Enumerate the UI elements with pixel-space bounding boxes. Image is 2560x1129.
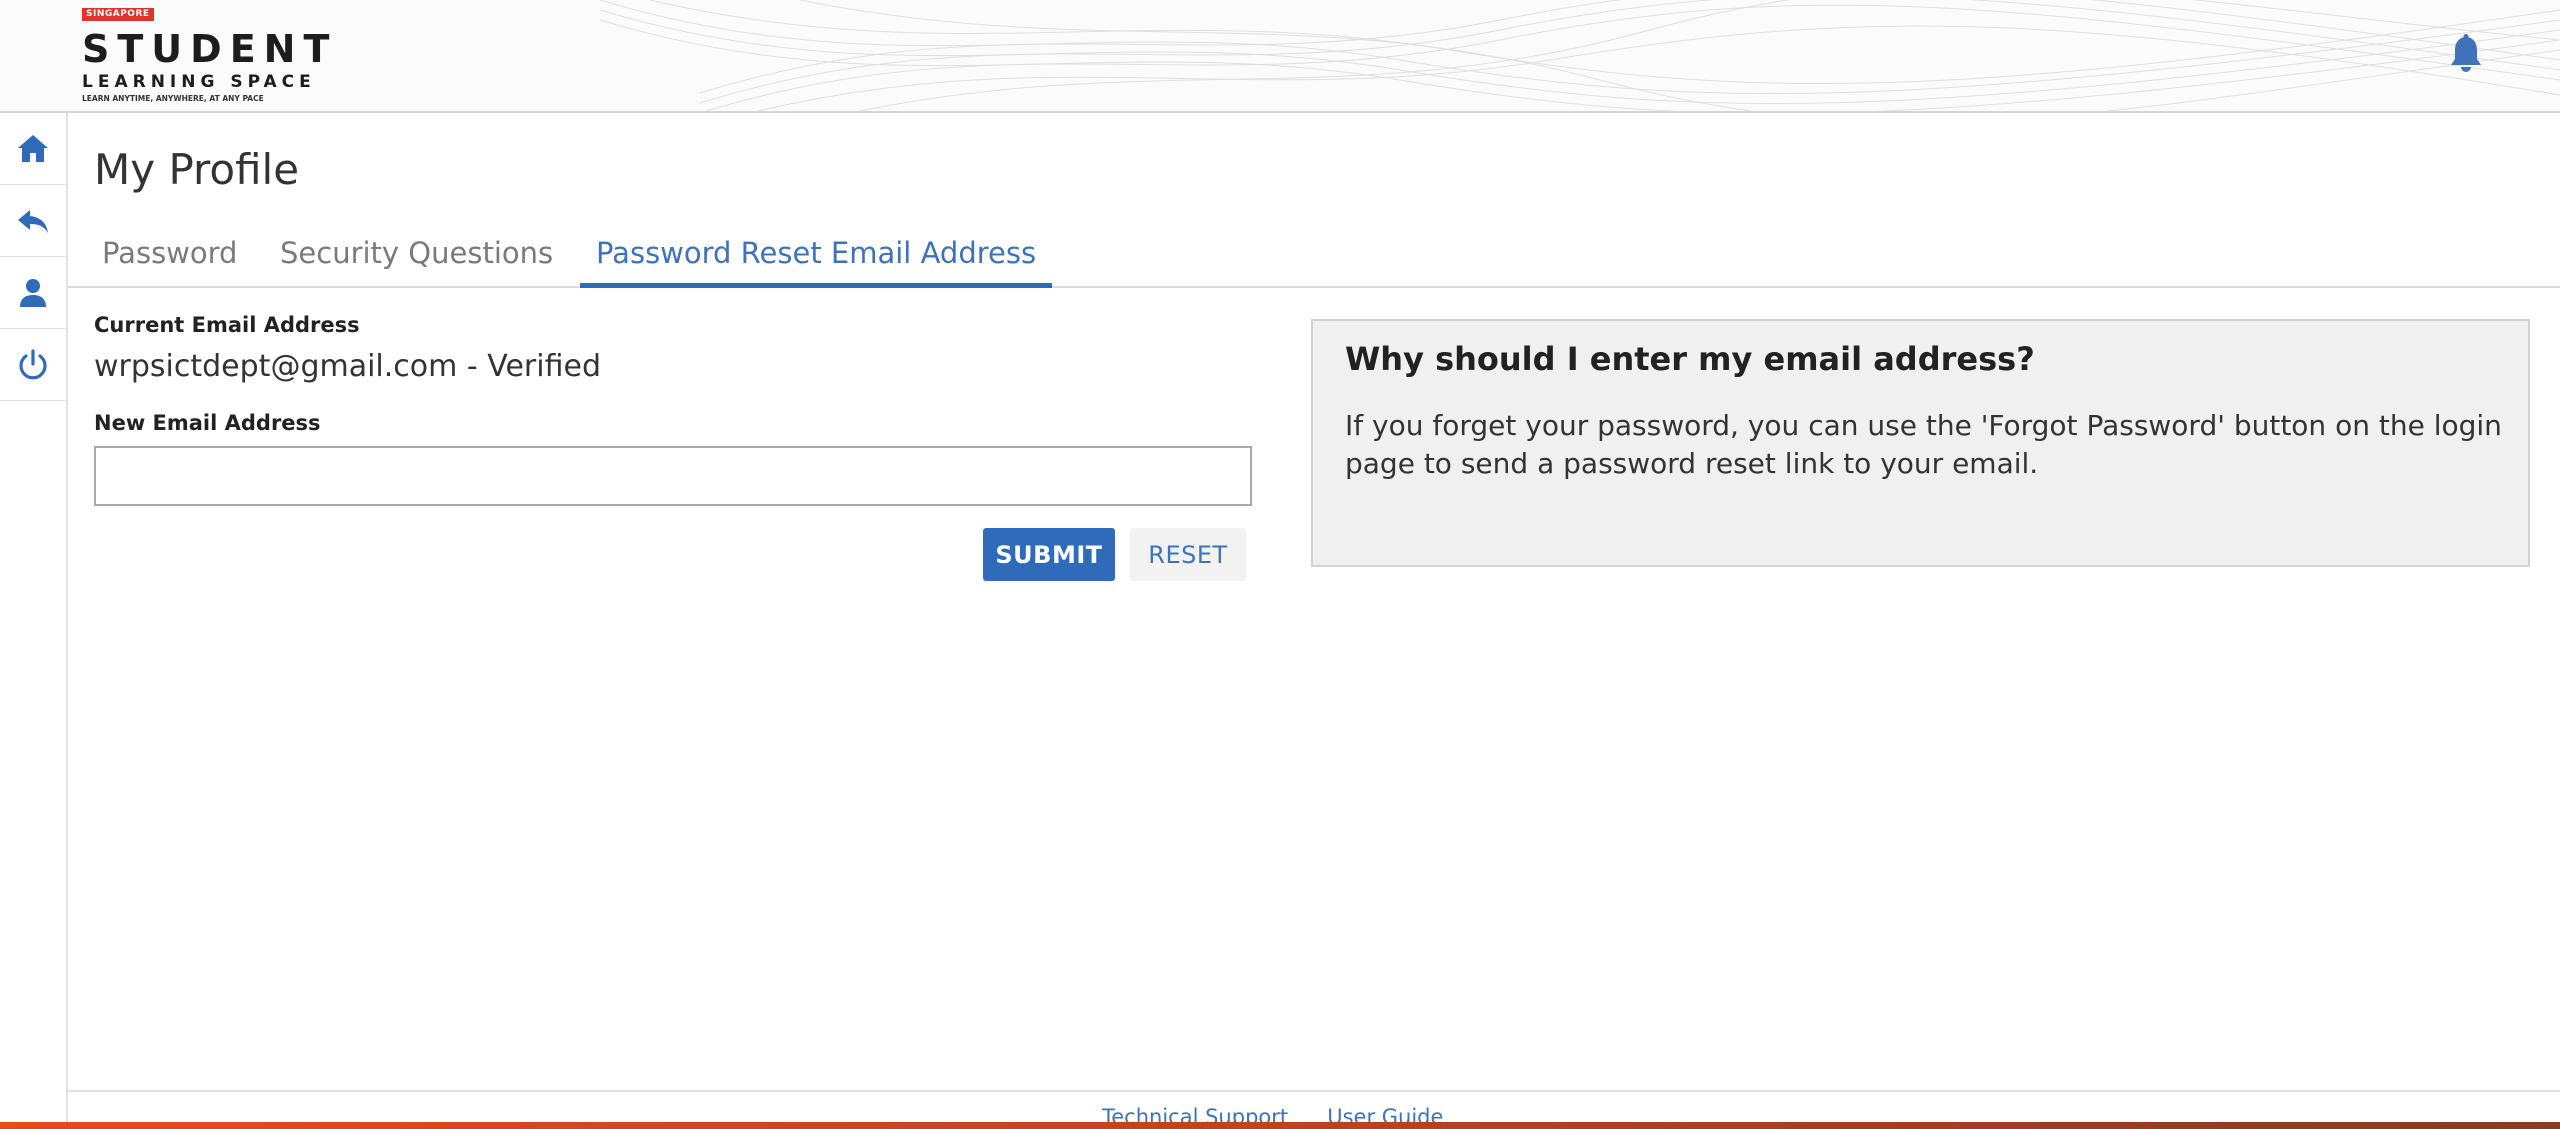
profile-tabs: Password Security Questions Password Res… <box>68 226 2560 288</box>
tab-password-reset-email[interactable]: Password Reset Email Address <box>580 226 1053 288</box>
app-header: SINGAPORE STUDENT LEARNING SPACE LEARN A… <box>0 0 2560 113</box>
logo-country-tag: SINGAPORE <box>82 8 154 21</box>
home-icon <box>18 134 48 162</box>
side-rail <box>0 113 68 1129</box>
rail-item-back[interactable] <box>0 185 66 257</box>
tab-password[interactable]: Password <box>86 226 253 288</box>
new-email-label: New Email Address <box>94 411 321 435</box>
tab-security-questions[interactable]: Security Questions <box>264 226 569 288</box>
rail-item-profile[interactable] <box>0 257 66 329</box>
current-email-value: wrpsictdept@gmail.com - Verified <box>94 349 601 384</box>
power-icon <box>19 348 47 379</box>
info-panel-title: Why should I enter my email address? <box>1345 340 2035 378</box>
email-info-panel: Why should I enter my email address? If … <box>1311 319 2530 567</box>
footer-divider <box>68 1090 2560 1092</box>
submit-button[interactable]: SUBMIT <box>983 528 1115 581</box>
sls-logo[interactable]: SINGAPORE STUDENT LEARNING SPACE LEARN A… <box>82 8 329 103</box>
page-title: My Profile <box>94 145 300 194</box>
reset-button[interactable]: RESET <box>1130 528 1246 581</box>
current-email-label: Current Email Address <box>94 313 360 337</box>
rail-item-logout[interactable] <box>0 329 66 401</box>
header-wave-pattern <box>599 0 2560 111</box>
logo-tagline: LEARN ANYTIME, ANYWHERE, AT ANY PACE <box>82 94 264 103</box>
bell-icon[interactable] <box>2448 34 2484 74</box>
reply-icon <box>18 209 48 233</box>
logo-word-learning-space: LEARNING SPACE <box>82 72 316 92</box>
logo-word-student: STUDENT <box>82 27 338 71</box>
info-panel-body: If you forget your password, you can use… <box>1345 409 2502 480</box>
bottom-accent-bar <box>0 1122 2560 1129</box>
new-email-input[interactable] <box>94 446 1252 506</box>
rail-item-home[interactable] <box>0 113 66 185</box>
user-icon <box>20 278 46 307</box>
